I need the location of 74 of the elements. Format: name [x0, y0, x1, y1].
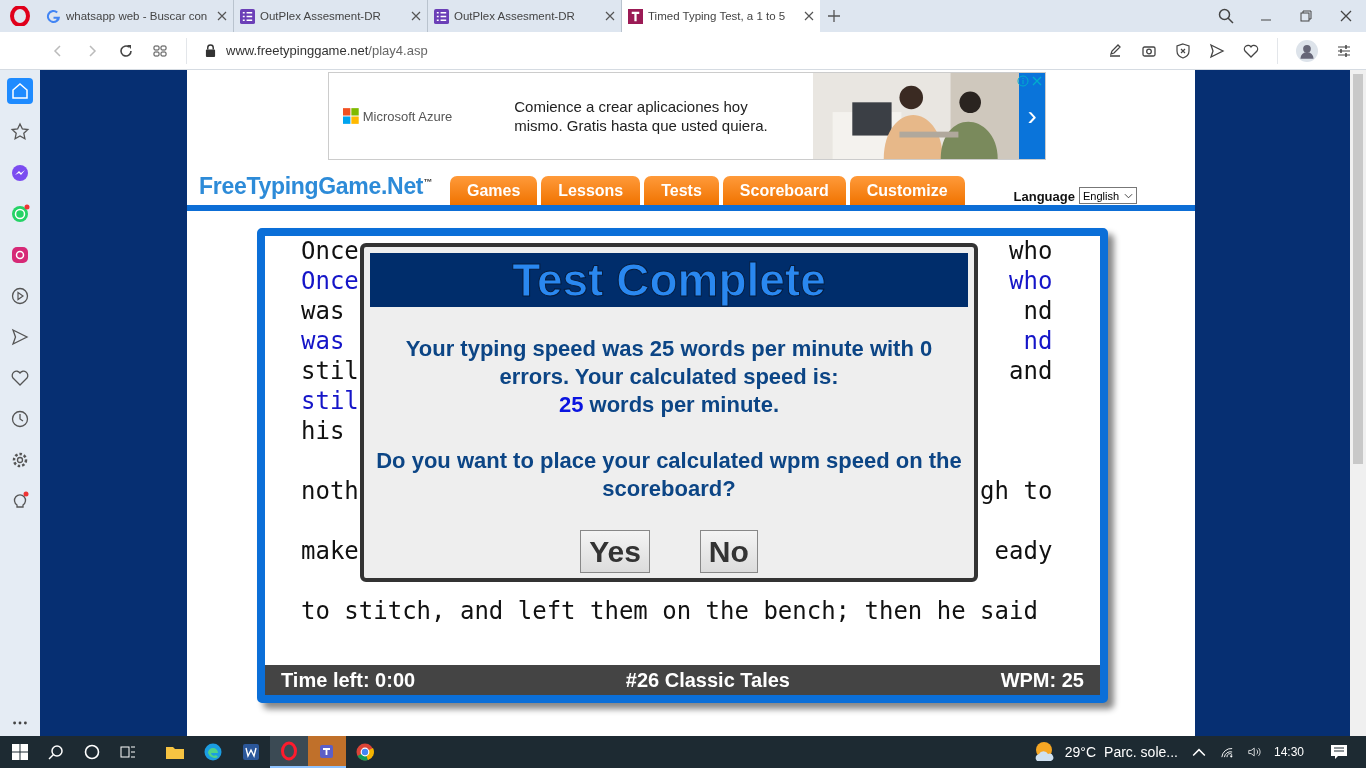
- typing-text: nd: [1023, 326, 1053, 356]
- typing-text: stil: [301, 386, 359, 416]
- more-icon[interactable]: [11, 720, 29, 726]
- letter-icon: [628, 8, 643, 24]
- typing-text: stil: [301, 356, 359, 386]
- site-logo[interactable]: FreeTypingGame.Net$^{™}$: [199, 173, 432, 205]
- windows-start-icon[interactable]: [12, 744, 28, 760]
- typing-text: make: [301, 536, 359, 566]
- new-tab-icon[interactable]: [828, 10, 840, 22]
- opera-app-icon[interactable]: [270, 736, 308, 768]
- temperature[interactable]: 29°C: [1064, 744, 1097, 760]
- language-label: Language: [1013, 189, 1075, 205]
- list-icon: [240, 8, 255, 24]
- yes-button[interactable]: Yes: [580, 530, 650, 573]
- microsoft-logo-icon: [343, 108, 359, 124]
- time-left: Time left: 0:00: [281, 668, 416, 692]
- restore-icon[interactable]: [1298, 8, 1314, 24]
- address-field[interactable]: www.freetypinggame.net/play4.asp: [226, 43, 428, 58]
- lock-icon: [205, 44, 216, 57]
- clock-time[interactable]: 14:30: [1273, 745, 1304, 759]
- typing-text: Once: [301, 266, 359, 296]
- weather-text[interactable]: Parc. sole...: [1104, 744, 1178, 760]
- typing-text: noth: [301, 476, 359, 506]
- language-select[interactable]: English: [1078, 187, 1137, 204]
- typing-text: Once: [301, 236, 359, 266]
- list-icon: [434, 8, 449, 24]
- typing-text: his: [301, 416, 345, 446]
- heart-icon[interactable]: [1243, 42, 1259, 59]
- google-icon: [46, 8, 61, 24]
- no-button[interactable]: No: [699, 530, 758, 573]
- notification-icon[interactable]: [1330, 744, 1348, 760]
- typing-text: to stitch, and left them on the bench; then he said: [301, 596, 1038, 626]
- typing-text: was: [301, 326, 345, 356]
- typing-text: eady: [994, 536, 1053, 566]
- typing-text: and: [1009, 356, 1053, 386]
- typing-text: gh to: [980, 476, 1053, 506]
- search-icon[interactable]: [48, 744, 64, 760]
- ad-brand: Microsoft Azure: [362, 108, 454, 124]
- close-icon[interactable]: [217, 11, 227, 21]
- circle-icon[interactable]: [84, 744, 100, 760]
- advertisement-banner[interactable]: Microsoft Azure Comience a crear aplicaciones hoy mismo. Gratis hasta que usted quiera. ›: [328, 72, 1046, 160]
- ad-next-button[interactable]: ›: [1019, 73, 1045, 159]
- close-icon[interactable]: [804, 11, 814, 21]
- browser-tab[interactable]: Timed Typing Test, a 1 to 5: [622, 0, 820, 32]
- reload-icon[interactable]: [118, 42, 134, 59]
- wifi-icon[interactable]: [1219, 746, 1234, 758]
- ad-text: Comience a crear aplicaciones hoy mismo. Gratis hasta que usted quiera.: [514, 97, 769, 135]
- home-icon[interactable]: [7, 78, 33, 104]
- send-icon[interactable]: [1209, 42, 1225, 59]
- scoreboard-question: Do you want to place your calculated wpm speed on the scoreboard?: [375, 447, 963, 503]
- scrollbar-thumb[interactable]: [1353, 74, 1363, 464]
- close-icon[interactable]: [605, 11, 615, 21]
- task-view-icon[interactable]: [120, 744, 136, 760]
- typing-text: was: [301, 296, 345, 326]
- caret-up-icon[interactable]: [1191, 746, 1206, 758]
- close-icon[interactable]: [411, 11, 421, 21]
- opera-logo-icon[interactable]: [10, 6, 30, 26]
- close-icon[interactable]: [1338, 8, 1354, 24]
- result-message: Your typing speed was 25 words per minute with 0 errors. Your calculated speed is: 25 words per minute.: [404, 335, 934, 419]
- dialog-title: Test Complete: [370, 253, 968, 307]
- shield-icon[interactable]: [1175, 42, 1191, 59]
- typing-text: who: [1009, 236, 1053, 266]
- settings-icon[interactable]: [1336, 42, 1352, 59]
- typing-text: who: [1009, 266, 1053, 296]
- pencil-icon[interactable]: [1107, 42, 1123, 59]
- grid-icon[interactable]: [152, 42, 168, 59]
- speaker-icon[interactable]: [1247, 746, 1262, 758]
- test-title: #26 Classic Tales: [625, 668, 790, 692]
- wpm-reading: WPM: 25: [1000, 668, 1084, 692]
- typing-text: nd: [1023, 296, 1053, 326]
- chevron-down-icon[interactable]: [1124, 192, 1133, 199]
- profile-icon[interactable]: [1296, 39, 1318, 62]
- ad-info-icon[interactable]: [1017, 75, 1043, 87]
- search-icon[interactable]: [1218, 8, 1234, 24]
